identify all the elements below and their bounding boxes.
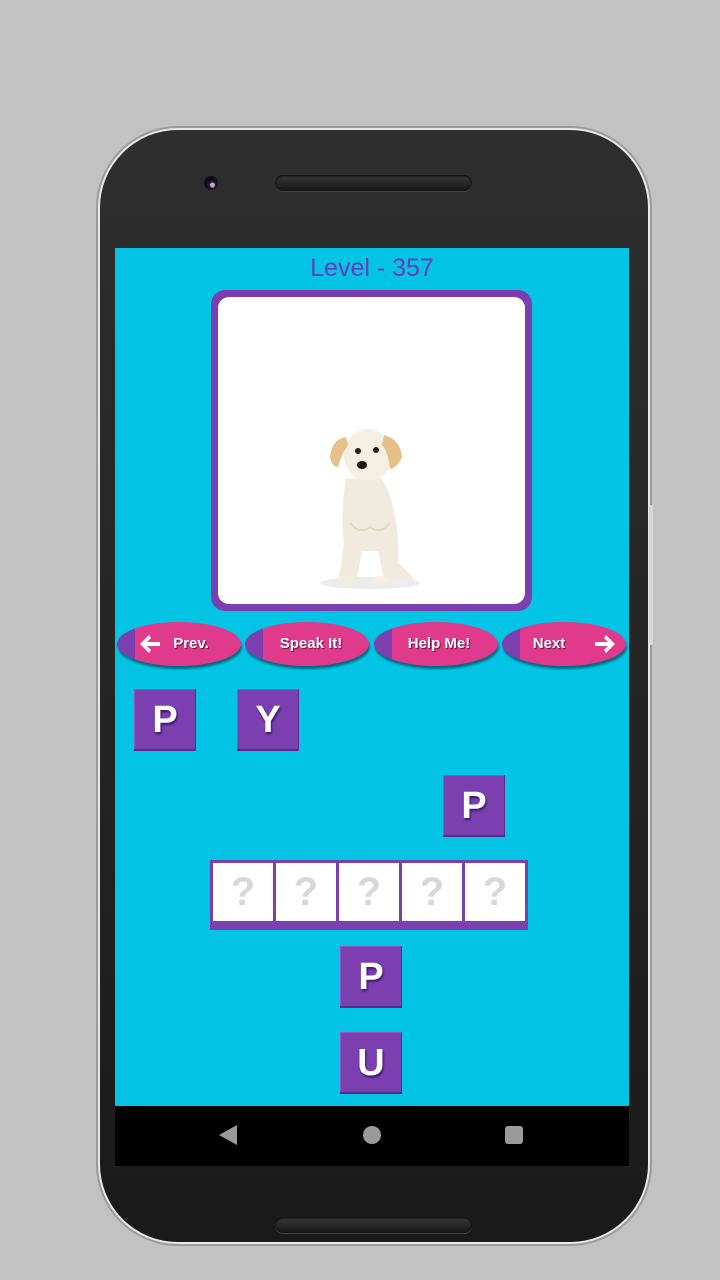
level-title: Level - 357 xyxy=(310,254,434,282)
answer-slots: ? ? ? ? ? xyxy=(210,860,528,930)
recents-icon[interactable] xyxy=(505,1126,523,1144)
home-icon[interactable] xyxy=(363,1126,381,1144)
answer-slot[interactable]: ? xyxy=(213,863,273,921)
picture-card xyxy=(218,297,525,604)
side-button xyxy=(649,505,653,645)
system-nav-bar xyxy=(115,1106,629,1166)
speak-it-label: Speak It! xyxy=(279,635,343,652)
answer-slot[interactable]: ? xyxy=(402,863,462,921)
answer-slot[interactable]: ? xyxy=(339,863,399,921)
letter-tile[interactable]: U xyxy=(340,1032,402,1094)
answer-slot[interactable]: ? xyxy=(276,863,336,921)
game-screen: Level - 357 Prev. Speak It! Help Me! Nex… xyxy=(115,248,629,1166)
answer-slot[interactable]: ? xyxy=(465,863,525,921)
help-me-button[interactable]: Help Me! xyxy=(374,622,498,666)
next-button[interactable]: Next xyxy=(502,622,626,666)
puppy-image xyxy=(320,429,420,589)
letter-tile[interactable]: P xyxy=(134,689,196,751)
letter-tile[interactable]: P xyxy=(443,775,505,837)
next-label: Next xyxy=(532,635,566,652)
earpiece-speaker xyxy=(275,175,472,191)
bottom-speaker xyxy=(275,1217,472,1233)
letter-tile[interactable]: Y xyxy=(237,689,299,751)
arrow-right-icon xyxy=(595,635,615,653)
speak-it-button[interactable]: Speak It! xyxy=(245,622,369,666)
back-icon[interactable] xyxy=(219,1125,237,1145)
prev-label: Prev. xyxy=(173,635,209,652)
help-me-label: Help Me! xyxy=(407,635,471,652)
front-camera-icon xyxy=(204,176,218,190)
picture-frame xyxy=(211,290,532,611)
action-buttons: Prev. Speak It! Help Me! Next xyxy=(115,622,629,668)
prev-button[interactable]: Prev. xyxy=(117,622,241,666)
letter-tile[interactable]: P xyxy=(340,946,402,1008)
